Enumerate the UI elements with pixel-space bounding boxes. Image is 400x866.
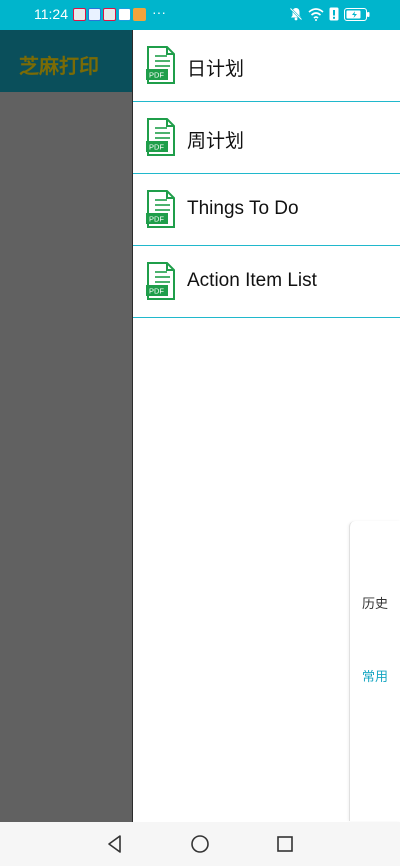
system-navigation-bar xyxy=(0,822,400,866)
pdf-file-icon: PDF xyxy=(146,46,175,84)
battery-charging-icon xyxy=(344,7,370,21)
svg-text:PDF: PDF xyxy=(149,143,164,152)
list-item-daily-plan[interactable]: PDF 日计划 xyxy=(133,30,400,102)
alert-icon xyxy=(329,7,339,21)
svg-text:PDF: PDF xyxy=(149,71,164,80)
app-notification-icon xyxy=(103,8,116,21)
side-tab-bar: 历史 常用 xyxy=(349,521,400,821)
list-item-things-to-do[interactable]: PDF Things To Do xyxy=(133,174,400,246)
app-notification-icon xyxy=(118,8,131,21)
app-notification-icon xyxy=(133,8,146,21)
more-notifications-icon: ··· xyxy=(152,4,166,20)
mute-bell-icon xyxy=(289,7,303,21)
wifi-icon xyxy=(308,7,324,21)
list-item-weekly-plan[interactable]: PDF 周计划 xyxy=(133,102,400,174)
app-header: 芝麻打印 xyxy=(0,30,133,92)
pdf-file-icon: PDF xyxy=(146,262,175,300)
pdf-file-icon: PDF xyxy=(146,118,175,156)
status-time: 11:24 xyxy=(34,6,68,22)
list-item-action-item-list[interactable]: PDF Action Item List xyxy=(133,246,400,318)
app-notification-icon xyxy=(73,8,86,21)
pdf-file-icon: PDF xyxy=(146,190,175,228)
notification-icons xyxy=(73,8,146,21)
list-item-label: 周计划 xyxy=(187,131,245,152)
tab-history[interactable]: 历史 xyxy=(362,593,388,612)
app-notification-icon xyxy=(88,8,101,21)
home-icon[interactable] xyxy=(189,833,211,855)
back-icon[interactable] xyxy=(104,833,126,855)
list-item-label: Things To Do xyxy=(187,198,299,219)
tab-common[interactable]: 常用 xyxy=(362,666,388,685)
list-item-label: 日计划 xyxy=(187,59,245,80)
template-list: PDF 日计划 PDF 周计划 PDF Things To Do PDF Act… xyxy=(133,30,400,318)
app-title: 芝麻打印 xyxy=(19,54,99,78)
status-bar: 11:24 ··· xyxy=(0,0,400,30)
background-panel[interactable]: 芝麻打印 xyxy=(0,30,133,822)
svg-text:PDF: PDF xyxy=(149,287,164,296)
list-item-label: Action Item List xyxy=(187,270,317,291)
svg-text:PDF: PDF xyxy=(149,215,164,224)
recent-apps-icon[interactable] xyxy=(274,833,296,855)
